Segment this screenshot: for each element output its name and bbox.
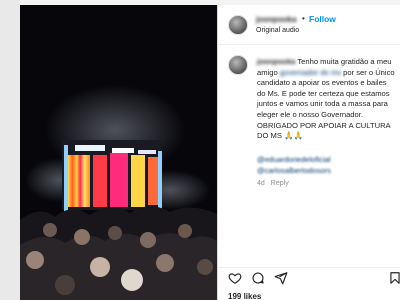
likes-count[interactable]: 199 likes bbox=[228, 292, 261, 300]
stage-lights bbox=[62, 140, 162, 211]
action-bar bbox=[218, 267, 400, 285]
caption-part-b: por ser o Único candidato a apoiar os ev… bbox=[257, 67, 395, 141]
caption-author-avatar[interactable] bbox=[228, 55, 248, 75]
bookmark-icon[interactable] bbox=[388, 271, 400, 285]
caption-username[interactable]: joonpooka bbox=[257, 57, 295, 66]
heart-icon[interactable] bbox=[228, 271, 242, 285]
post-video[interactable] bbox=[20, 5, 217, 300]
follow-button[interactable]: Follow bbox=[309, 14, 336, 24]
page-sidebar bbox=[0, 0, 20, 300]
concert-scene bbox=[20, 5, 217, 300]
crowd bbox=[20, 206, 217, 300]
tag-link[interactable]: @eduardoriedeloficial bbox=[257, 154, 397, 165]
mention-hidden[interactable]: governador do ms bbox=[280, 68, 341, 77]
caption-tags: @eduardoriedeloficial @carlosalbertodoso… bbox=[257, 154, 397, 176]
author-username[interactable]: joonpooka bbox=[256, 15, 296, 24]
post-details-panel: joonpooka • Follow Original audio joonpo… bbox=[217, 5, 400, 300]
separator-dot: • bbox=[302, 14, 305, 23]
author-avatar[interactable] bbox=[228, 15, 248, 35]
post-header: joonpooka • Follow Original audio bbox=[218, 5, 400, 45]
share-icon[interactable] bbox=[274, 271, 288, 285]
caption-meta: 4d Reply bbox=[257, 180, 289, 187]
tag-link[interactable]: @carlosalbertodosors bbox=[257, 165, 397, 176]
reply-button[interactable]: Reply bbox=[271, 180, 289, 187]
caption-text: joonpooka Tenho muita gratidão a meu ami… bbox=[257, 57, 397, 142]
post-age: 4d bbox=[257, 180, 265, 187]
audio-label[interactable]: Original audio bbox=[256, 27, 299, 34]
comment-icon[interactable] bbox=[251, 271, 265, 285]
